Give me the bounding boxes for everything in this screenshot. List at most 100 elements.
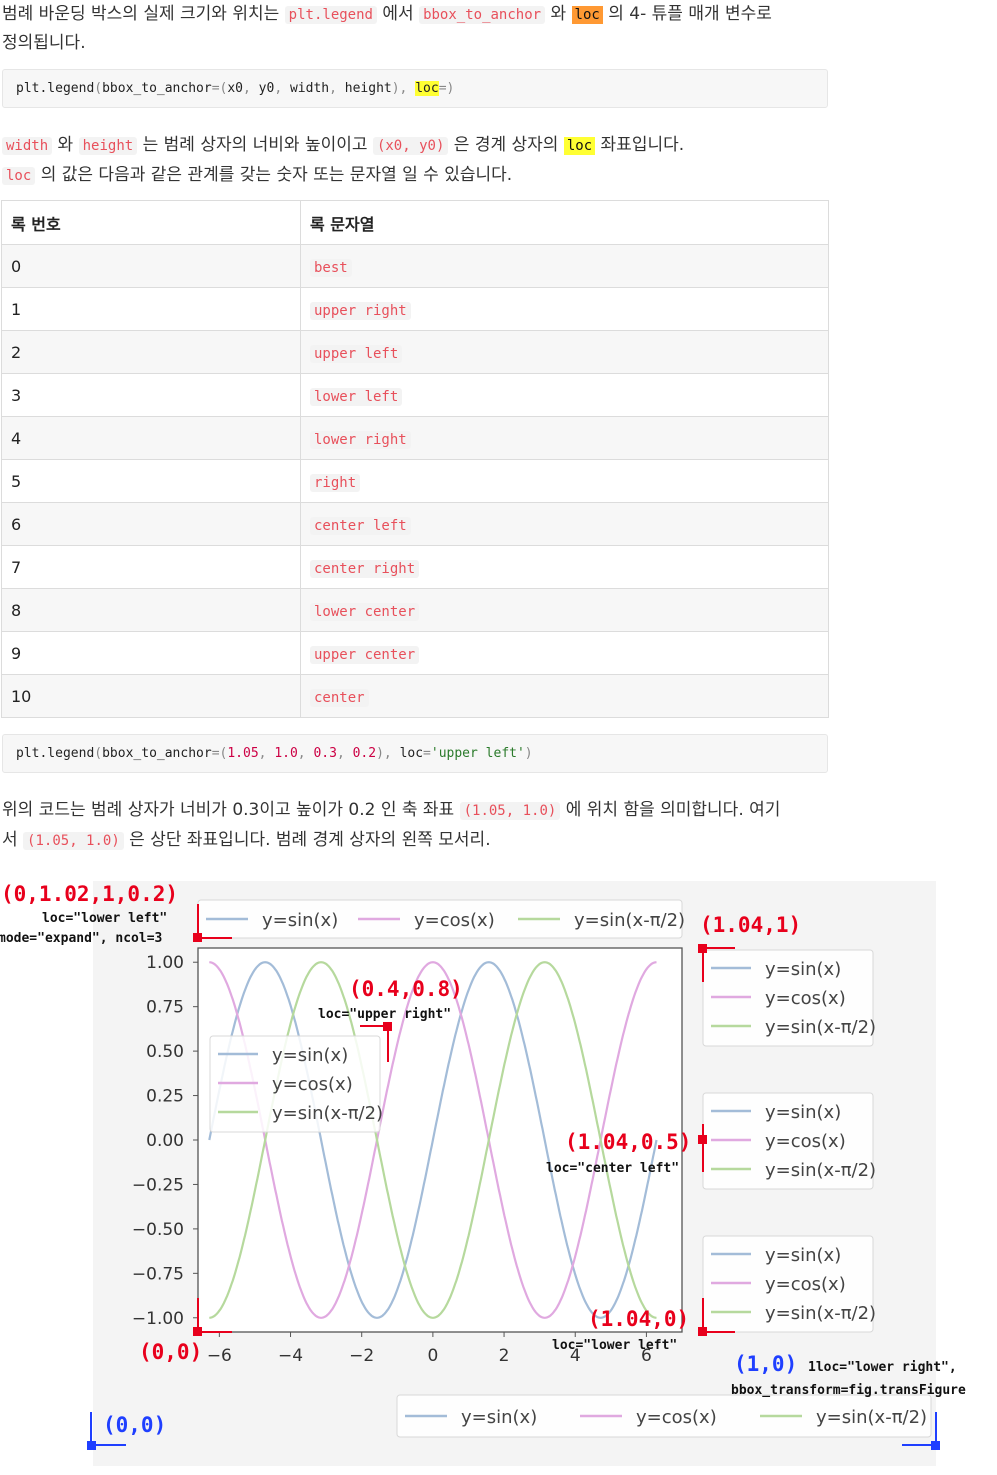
ann-top-left-mode: mode="expand", ncol=3 bbox=[0, 931, 162, 946]
loc-string: upper center bbox=[310, 645, 420, 664]
legend-label: y=sin(x-π/2) bbox=[765, 1160, 876, 1181]
legend-center-left: y=sin(x) y=cos(x) y=sin(x-π/2) bbox=[702, 1092, 876, 1190]
ann-fig-origin: (0,0) bbox=[103, 1413, 166, 1437]
loc-number: 7 bbox=[1, 545, 301, 589]
loc-string-cell: center right bbox=[300, 545, 829, 589]
table-row: 2 upper left bbox=[1, 330, 829, 374]
paragraph-3: 위의 코드는 범례 상자가 너비가 0.3이고 높이가 0.2 인 축 좌표 (… bbox=[2, 796, 832, 856]
table-row: 6 center left bbox=[1, 502, 829, 546]
loc-number: 3 bbox=[1, 373, 301, 417]
para2-text-3: 은 경계 상자의 bbox=[448, 135, 564, 155]
ann-lower-left-loc: loc="lower left" bbox=[552, 1338, 677, 1353]
y-tick-label: 1.00 bbox=[146, 953, 184, 973]
inline-code-loc-2: loc bbox=[563, 137, 596, 155]
table-row: 4 lower right bbox=[1, 416, 829, 460]
loc-string: center bbox=[310, 688, 369, 707]
legend-label: y=sin(x-π/2) bbox=[765, 1017, 876, 1038]
legend-lower-left: y=sin(x) y=cos(x) y=sin(x-π/2) bbox=[702, 1235, 876, 1333]
table-row: 0 best bbox=[1, 244, 829, 288]
code-block-2: plt.legend(bbox_to_anchor=(1.05, 1.0, 0.… bbox=[2, 734, 828, 773]
inline-code-plt-legend: plt.legend bbox=[284, 6, 377, 24]
legend-label: y=sin(x-π/2) bbox=[574, 910, 685, 931]
code2-d: =( bbox=[211, 746, 228, 761]
loc-number: 1 bbox=[1, 287, 301, 331]
header-loc-string: 록 문자열 bbox=[300, 200, 829, 245]
ann-center-left-coord: (1.04,0.5) bbox=[565, 1130, 691, 1154]
code2-j: , bbox=[336, 746, 353, 761]
intro-text-2: 에서 bbox=[376, 4, 420, 24]
loc-string: upper left bbox=[310, 344, 403, 363]
code2-e: 1.05 bbox=[227, 746, 259, 761]
x-tick-label: −4 bbox=[278, 1346, 303, 1366]
code2-h: , bbox=[297, 746, 314, 761]
loc-number: 4 bbox=[1, 416, 301, 460]
ann-fig-br-transform: bbox_transform=fig.transFigure bbox=[731, 1383, 966, 1398]
legend-label: y=cos(x) bbox=[765, 988, 846, 1009]
legend-label: y=sin(x) bbox=[272, 1045, 348, 1066]
x-tick-label: −6 bbox=[207, 1346, 232, 1366]
paragraph-2: width 와 height 는 범례 상자의 너비와 높이이고 (x0, y0… bbox=[2, 131, 832, 191]
ann-fig-br-coord: (1,0) bbox=[734, 1352, 797, 1376]
legend-label: y=sin(x) bbox=[765, 1245, 841, 1266]
table-header-row: 록 번호 록 문자열 bbox=[1, 200, 829, 245]
code2-k: 0.2 bbox=[352, 746, 377, 761]
y-tick-label: −0.25 bbox=[132, 1175, 184, 1195]
para2-text-4: 좌표입니다. bbox=[595, 135, 685, 155]
para2-text-1: 와 bbox=[52, 135, 79, 155]
y-tick-label: 0.00 bbox=[146, 1131, 184, 1151]
table-row: 9 upper center bbox=[1, 631, 829, 675]
inline-code-loc-3: loc bbox=[2, 167, 36, 185]
legend-label: y=sin(x) bbox=[262, 910, 338, 931]
ann-right-top-coord: (1.04,1) bbox=[700, 913, 801, 937]
loc-string-cell: center bbox=[300, 674, 829, 718]
code1-h: , bbox=[274, 81, 290, 96]
loc-string: right bbox=[310, 473, 361, 492]
legend-label: y=sin(x) bbox=[765, 1102, 841, 1123]
table-row: 3 lower left bbox=[1, 373, 829, 417]
inline-code-x0y0: (x0, y0) bbox=[372, 137, 449, 155]
code1-g: y0 bbox=[258, 81, 275, 96]
legend-label: y=cos(x) bbox=[414, 910, 495, 931]
code-block-1: plt.legend(bbox_to_anchor=(x0, y0, width… bbox=[2, 69, 828, 108]
code2-l: ), bbox=[376, 746, 400, 761]
legend-label: y=sin(x-π/2) bbox=[816, 1407, 927, 1428]
y-tick-label: −1.00 bbox=[132, 1309, 184, 1329]
inline-code-bbox-to-anchor: bbox_to_anchor bbox=[419, 6, 546, 24]
loc-number: 6 bbox=[1, 502, 301, 546]
ann-origin: (0,0) bbox=[139, 1340, 202, 1364]
para3-text-2: 에 위치 함을 의미합니다. 여기 bbox=[560, 800, 781, 820]
legend-upper-right: y=sin(x) y=cos(x) y=sin(x-π/2) bbox=[209, 1035, 383, 1133]
legend-placement-figure: 1.00 0.75 0.50 0.25 0.00 −0.25 −0.50 −0.75 −1.00… bbox=[0, 876, 997, 1471]
legend-right-top: y=sin(x) y=cos(x) y=sin(x-π/2) bbox=[702, 949, 876, 1047]
loc-string: lower right bbox=[310, 430, 411, 449]
table-row: 8 lower center bbox=[1, 588, 829, 632]
code2-g: 1.0 bbox=[274, 746, 298, 761]
loc-string-cell: lower center bbox=[300, 588, 829, 632]
legend-label: y=sin(x) bbox=[461, 1407, 537, 1428]
loc-string-cell: lower left bbox=[300, 373, 829, 417]
loc-number: 9 bbox=[1, 631, 301, 675]
para3-text-4: 은 상단 좌표입니다. 범례 경계 상자의 왼쪽 모서리. bbox=[123, 830, 491, 850]
code2-p: ) bbox=[524, 746, 533, 761]
para3-text-3: 서 bbox=[2, 830, 24, 850]
code2-c: bbox_to_anchor bbox=[102, 746, 212, 761]
code2-i: 0.3 bbox=[313, 746, 337, 761]
y-tick-label: 0.75 bbox=[146, 998, 184, 1018]
loc-string-cell: upper center bbox=[300, 631, 829, 675]
code1-j: , bbox=[329, 81, 345, 96]
y-tick-label: −0.75 bbox=[132, 1264, 184, 1284]
code1-b: ( bbox=[94, 81, 103, 96]
legend-label: y=cos(x) bbox=[636, 1407, 717, 1428]
legend-label: y=sin(x-π/2) bbox=[272, 1103, 383, 1124]
inline-code-loc: loc bbox=[571, 6, 603, 24]
inline-code-width: width bbox=[2, 137, 53, 155]
legend-label: y=cos(x) bbox=[765, 1131, 846, 1152]
x-tick-label: 2 bbox=[499, 1346, 510, 1366]
legend-figure-lower-right: y=sin(x) y=cos(x) y=sin(x-π/2) bbox=[396, 1394, 932, 1438]
legend-label: y=cos(x) bbox=[765, 1274, 846, 1295]
inline-code-coord-1: (1.05, 1.0) bbox=[459, 802, 561, 820]
intro-text-5: 정의됩니다. bbox=[2, 33, 86, 53]
loc-string: center left bbox=[310, 516, 411, 535]
header-loc-number: 록 번호 bbox=[1, 200, 301, 245]
loc-number: 2 bbox=[1, 330, 301, 374]
